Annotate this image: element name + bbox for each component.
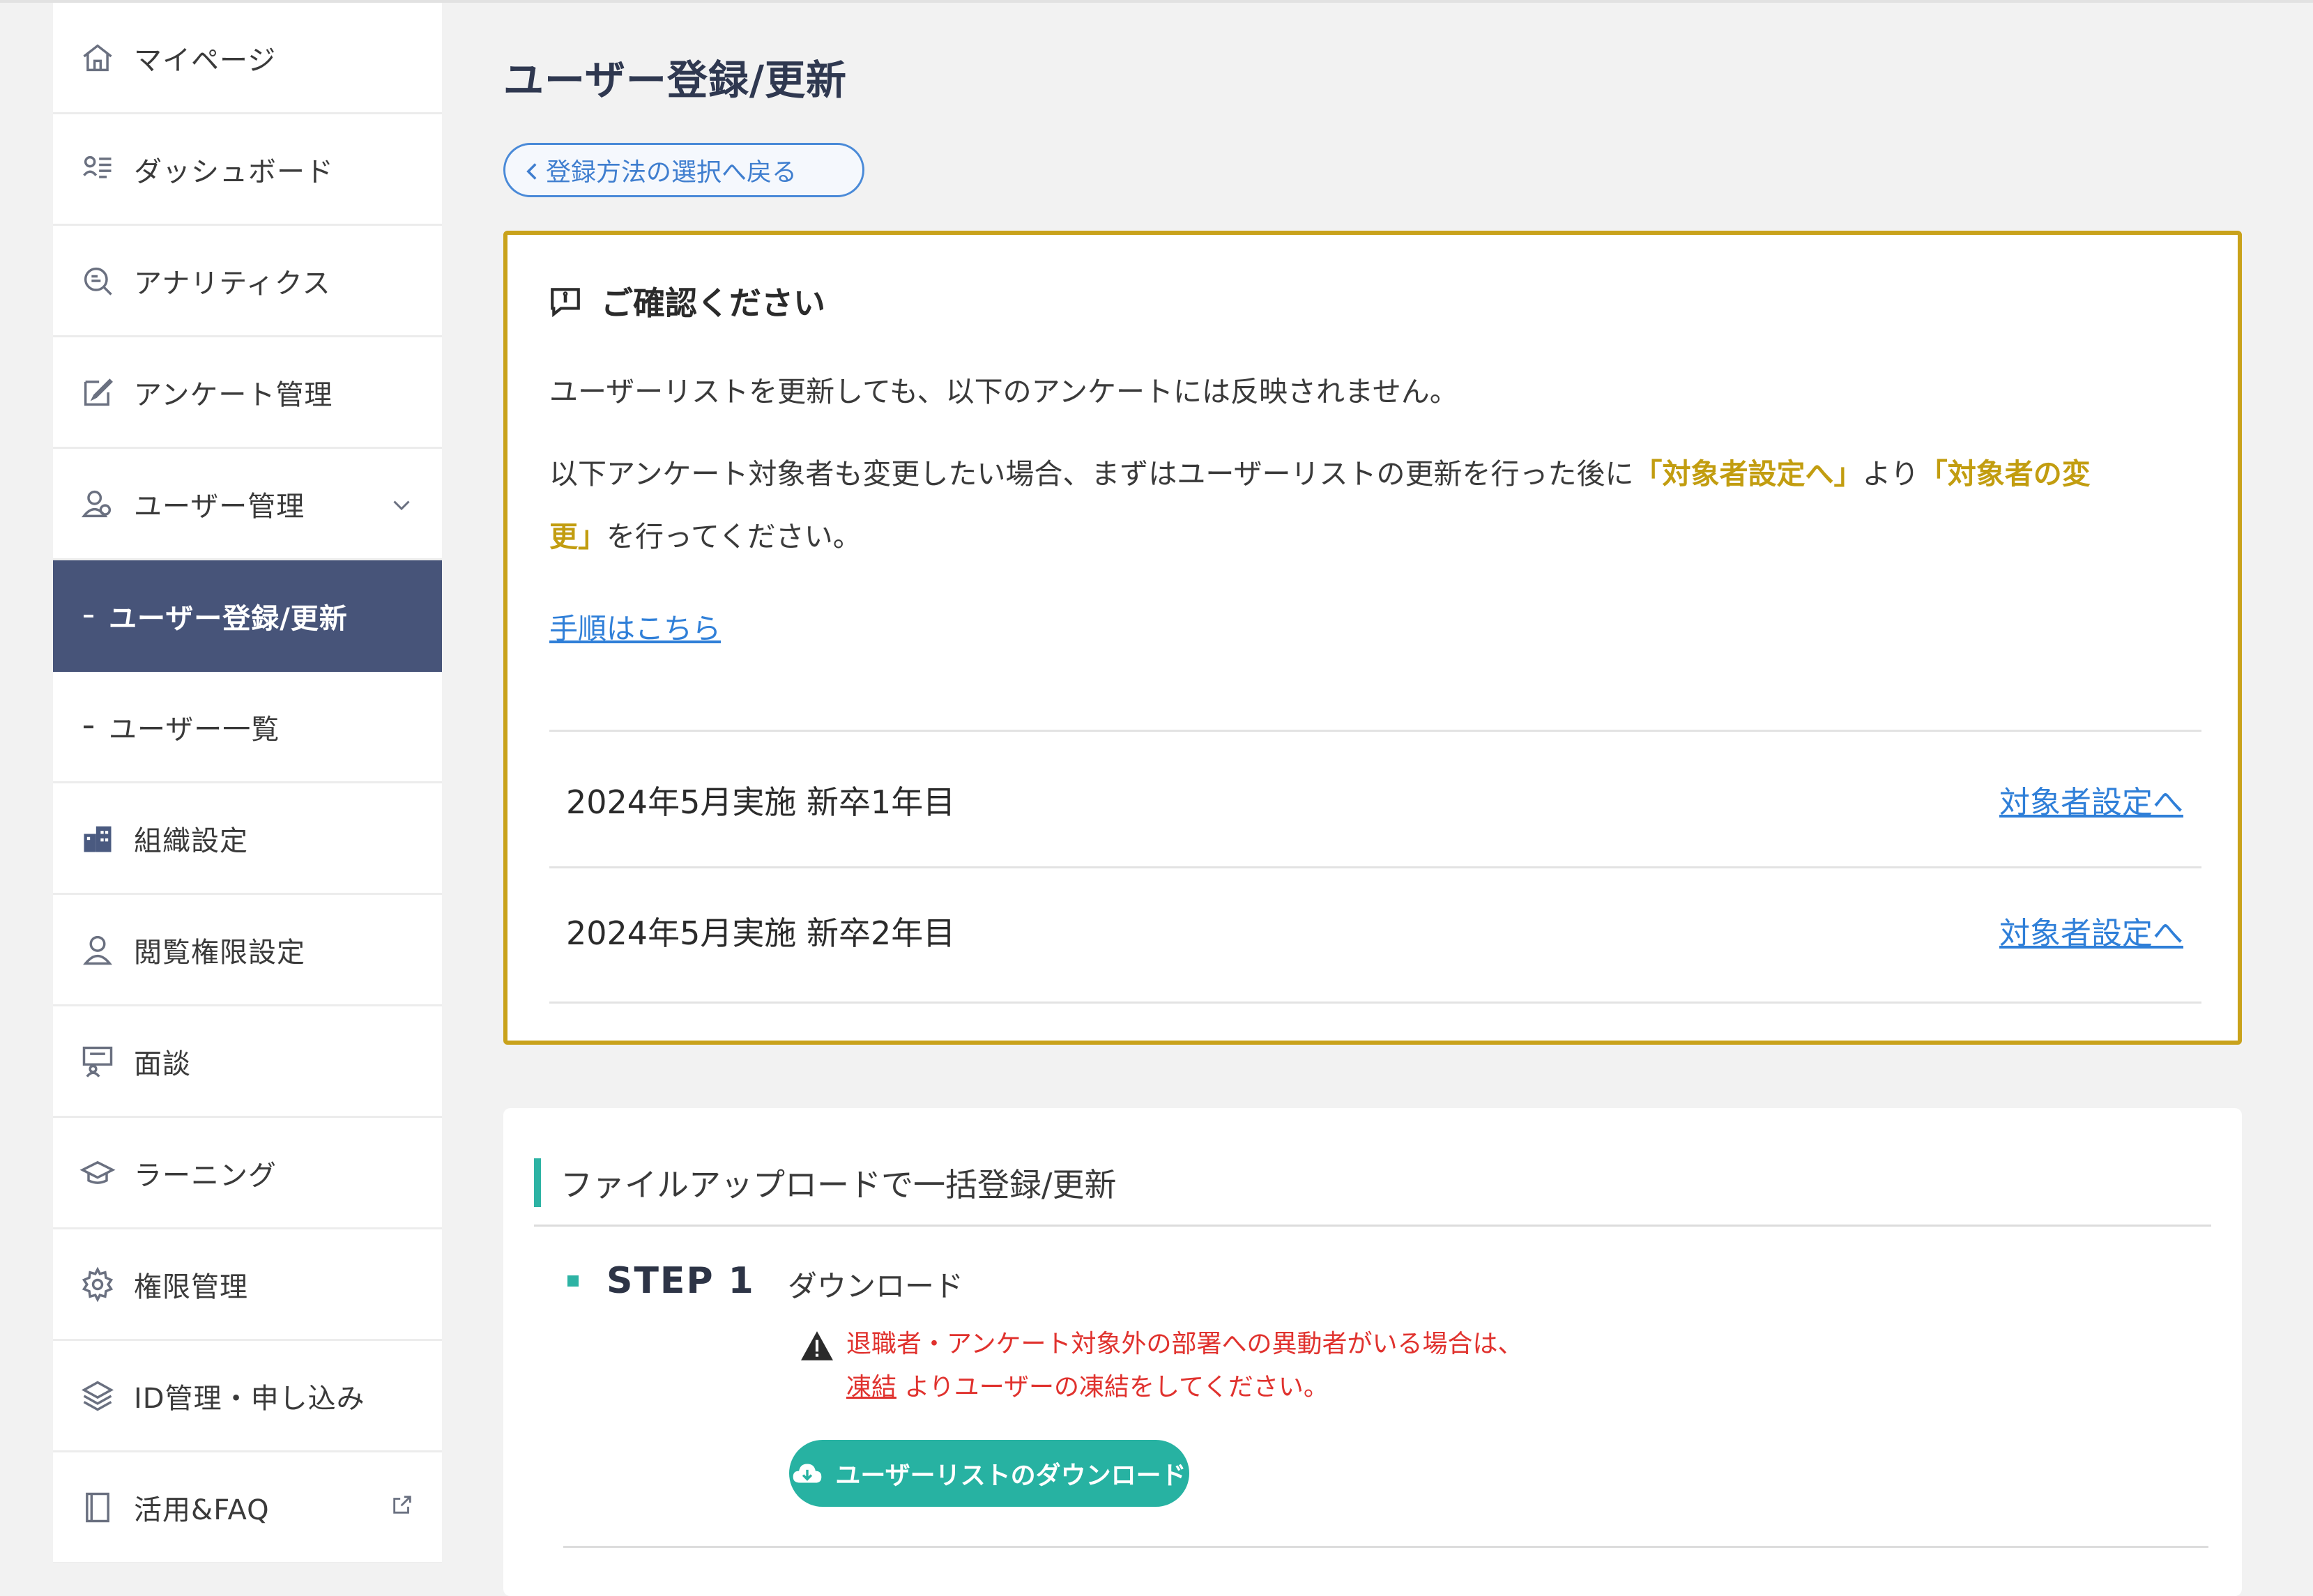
gear-icon xyxy=(78,1265,117,1304)
sidebar-item-survey[interactable]: アンケート管理 xyxy=(53,337,442,449)
survey-row-title: 2024年5月実施 新卒2年目 xyxy=(566,914,956,952)
procedure-link[interactable]: 手順はこちら xyxy=(549,612,721,645)
building-icon xyxy=(78,819,117,858)
survey-row-title: 2024年5月実施 新卒1年目 xyxy=(566,783,956,821)
home-icon xyxy=(78,38,117,77)
download-button-label: ユーザーリストのダウンロード xyxy=(835,1461,1186,1490)
sidebar-item-user-management[interactable]: ユーザー管理 xyxy=(53,449,442,560)
notice-line-2: 以下アンケート対象者も変更したい場合、まずはユーザーリストの更新を行った後に「対… xyxy=(549,457,2091,553)
sidebar-item-label: 権限管理 xyxy=(134,1271,248,1303)
sidebar-item-label: ID管理・申し込み xyxy=(134,1382,365,1415)
divider xyxy=(549,730,2201,732)
heading-accent-bar xyxy=(534,1158,541,1207)
sidebar-item-view-permission[interactable]: 閲覧権限設定 xyxy=(53,895,442,1006)
sidebar-item-mypage[interactable]: マイページ xyxy=(53,3,442,114)
sidebar-item-label: アンケート管理 xyxy=(134,378,333,411)
analytics-icon xyxy=(78,261,117,300)
sidebar-item-label: アナリティクス xyxy=(134,267,331,300)
target-settings-link[interactable]: 対象者設定へ xyxy=(1999,908,2183,953)
divider xyxy=(549,1002,2201,1004)
sidebar-item-label: ユーザー管理 xyxy=(134,490,305,523)
layers-icon xyxy=(78,1376,117,1415)
notice-heading-text: ご確認ください xyxy=(601,284,825,322)
divider xyxy=(549,866,2201,868)
sidebar: マイページ ダッシュボード アナリティクス アンケート管理 ユーザー管理 ユーザ… xyxy=(53,3,442,1563)
sidebar-item-label: 閲覧権限設定 xyxy=(134,936,305,969)
cloud-download-icon xyxy=(793,1464,822,1483)
user-icon xyxy=(78,930,117,969)
chevron-down-icon xyxy=(393,500,410,511)
external-link-icon xyxy=(393,1496,411,1514)
dash-marker xyxy=(84,725,93,728)
notice-line-1: ユーザーリストを更新しても、以下のアンケートには反映されません。 xyxy=(549,375,1458,408)
sidebar-item-faq[interactable]: 活用&FAQ xyxy=(53,1452,442,1563)
sidebar-item-label: 活用&FAQ xyxy=(134,1494,270,1526)
sidebar-item-dashboard[interactable]: ダッシュボード xyxy=(53,114,442,226)
sidebar-item-label: ユーザー登録/更新 xyxy=(109,603,348,635)
chevron-left-icon xyxy=(526,163,537,180)
divider xyxy=(563,1546,2208,1548)
sidebar-item-learning[interactable]: ラーニング xyxy=(53,1118,442,1229)
back-to-method-button[interactable]: 登録方法の選択へ戻る xyxy=(503,143,864,197)
warning-line-1: 退職者・アンケート対象外の部署への異動者がいる場合は、 xyxy=(846,1330,1523,1358)
upload-heading-text: ファイルアップロードで一括登録/更新 xyxy=(560,1166,1117,1204)
dash-marker xyxy=(84,615,93,617)
upload-card: ファイルアップロードで一括登録/更新 STEP 1 ダウンロード 退職者・アンケ… xyxy=(503,1108,2242,1596)
sidebar-item-analytics[interactable]: アナリティクス xyxy=(53,226,442,337)
notice-panel: ご確認ください ユーザーリストを更新しても、以下のアンケートには反映されません。… xyxy=(503,231,2242,1045)
sidebar-item-meeting[interactable]: 面談 xyxy=(53,1006,442,1118)
freeze-link[interactable]: 凍結 xyxy=(846,1373,896,1402)
warning-icon xyxy=(801,1331,833,1360)
meeting-icon xyxy=(78,1042,117,1081)
sidebar-item-label: ダッシュボード xyxy=(134,155,334,188)
download-user-list-button[interactable]: ユーザーリストのダウンロード xyxy=(789,1440,1189,1507)
notice-heading: ご確認ください xyxy=(548,278,825,324)
sidebar-item-label: 組織設定 xyxy=(134,824,248,857)
back-button-label: 登録方法の選択へ戻る xyxy=(546,158,797,187)
warning-line-2: 凍結 よりユーザーの凍結をしてください。 xyxy=(846,1373,1329,1402)
freeze-warning: 退職者・アンケート対象外の部署への異動者がいる場合は、 凍結 よりユーザーの凍結… xyxy=(799,1323,1523,1409)
sidebar-item-label: マイページ xyxy=(134,44,277,77)
page-title: ユーザー登録/更新 xyxy=(503,56,848,104)
sidebar-item-user-list[interactable]: ユーザー一覧 xyxy=(53,672,442,783)
book-icon xyxy=(78,1488,117,1527)
graduation-cap-icon xyxy=(78,1153,117,1192)
sidebar-item-permission[interactable]: 権限管理 xyxy=(53,1229,442,1341)
upload-heading: ファイルアップロードで一括登録/更新 xyxy=(534,1158,1117,1207)
divider xyxy=(534,1225,2211,1227)
info-message-icon xyxy=(551,288,580,318)
sidebar-item-label: ユーザー一覧 xyxy=(109,713,280,746)
step-name: ダウンロード xyxy=(788,1269,964,1303)
dashboard-icon xyxy=(78,150,117,189)
sidebar-item-id-management[interactable]: ID管理・申し込み xyxy=(53,1341,442,1452)
users-icon xyxy=(78,484,117,523)
target-settings-link[interactable]: 対象者設定へ xyxy=(1999,777,2183,822)
edit-icon xyxy=(78,373,117,412)
sidebar-item-user-register[interactable]: ユーザー登録/更新 xyxy=(53,560,442,672)
step-marker xyxy=(567,1275,579,1287)
sidebar-item-organization[interactable]: 組織設定 xyxy=(53,783,442,895)
sidebar-item-label: ラーニング xyxy=(134,1159,277,1192)
sidebar-item-label: 面談 xyxy=(134,1048,191,1080)
step-label: STEP 1 xyxy=(606,1260,755,1302)
